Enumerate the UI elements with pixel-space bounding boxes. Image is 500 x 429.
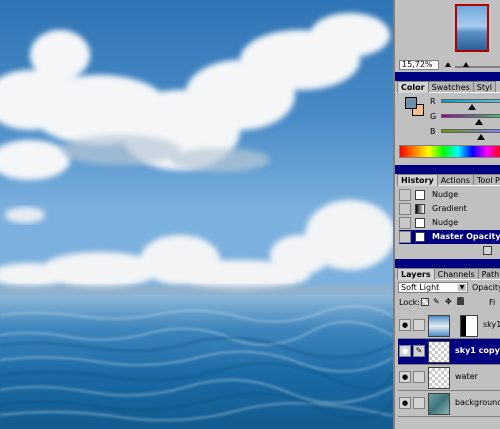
history-item-label: Master Opacity: [432, 232, 500, 241]
channel-b-slider[interactable]: [441, 129, 500, 133]
zoom-out-icon[interactable]: [445, 62, 451, 67]
nudge-icon: [415, 190, 425, 200]
channel-b-label: B: [430, 127, 436, 136]
history-item[interactable]: Nudge: [399, 188, 500, 202]
history-item-selected[interactable]: Master Opacity: [399, 230, 500, 244]
blend-mode-select[interactable]: Soft Light ▼: [398, 282, 468, 293]
lock-move-icon[interactable]: ✥: [445, 297, 452, 306]
layer-thumbnail: [428, 393, 450, 415]
eye-icon[interactable]: ●: [399, 397, 411, 409]
layer-row[interactable]: ● sky1: [398, 313, 500, 339]
history-item[interactable]: Nudge: [399, 216, 500, 230]
tab-layers[interactable]: Layers: [397, 268, 435, 280]
history-snapshot-checkbox[interactable]: [399, 217, 411, 229]
layer-thumbnail: [428, 367, 450, 389]
layer-row-selected[interactable]: ● ✎ sky1 copy: [398, 339, 500, 365]
channel-r-knob[interactable]: [468, 104, 476, 110]
zoom-field[interactable]: 15,72%: [399, 60, 439, 70]
history-panel-titlebar[interactable]: [395, 165, 500, 174]
gradient-icon: [415, 204, 425, 214]
zoom-slider[interactable]: [455, 66, 500, 68]
opacity-icon: [415, 232, 425, 242]
history-item-label: Nudge: [432, 218, 459, 227]
history-item-label: Nudge: [432, 190, 459, 199]
layer-mask-thumbnail[interactable]: [460, 315, 478, 337]
lock-paint-icon[interactable]: ✎: [433, 297, 440, 306]
layer-name: sky1: [483, 320, 500, 329]
layer-name: water: [455, 372, 478, 381]
channel-r-label: R: [430, 97, 436, 106]
blend-mode-value: Soft Light: [401, 283, 440, 292]
channel-g-knob[interactable]: [475, 119, 483, 125]
history-snapshot-checkbox[interactable]: [399, 231, 411, 243]
channel-b-knob[interactable]: [477, 134, 485, 140]
eye-icon[interactable]: ●: [399, 371, 411, 383]
layer-row[interactable]: ● background: [398, 391, 500, 417]
history-snapshot-checkbox[interactable]: [399, 189, 411, 201]
tab-history[interactable]: History: [397, 174, 438, 186]
trash-icon[interactable]: [483, 246, 492, 255]
eye-icon[interactable]: ●: [399, 345, 411, 357]
history-item[interactable]: Gradient: [399, 202, 500, 216]
navigator-thumbnail[interactable]: [455, 4, 489, 52]
layer-row[interactable]: ● water: [398, 365, 500, 391]
color-spectrum-bar[interactable]: [399, 145, 500, 158]
layer-thumbnail: [428, 315, 450, 337]
document-canvas[interactable]: [0, 0, 393, 429]
brush-icon[interactable]: [413, 371, 425, 383]
channel-g-slider[interactable]: [441, 114, 500, 118]
zoom-slider-knob[interactable]: [463, 62, 469, 67]
lock-label: Lock:: [399, 298, 420, 307]
layers-panel-titlebar[interactable]: [395, 259, 500, 268]
layer-name: background: [455, 398, 500, 407]
eye-icon[interactable]: ●: [399, 319, 411, 331]
lock-all-icon[interactable]: [457, 297, 464, 305]
history-snapshot-checkbox[interactable]: [399, 203, 411, 215]
nudge-icon: [415, 218, 425, 228]
foreground-color-swatch[interactable]: [405, 97, 417, 109]
brush-icon[interactable]: ✎: [413, 345, 425, 357]
channel-g-label: G: [430, 112, 437, 121]
layer-name: sky1 copy: [455, 346, 500, 355]
opacity-label: Opacity: [472, 283, 500, 292]
channel-r-slider[interactable]: [441, 99, 500, 103]
layer-thumbnail: [428, 341, 450, 363]
brush-icon[interactable]: [413, 397, 425, 409]
history-item-label: Gradient: [432, 204, 467, 213]
chevron-down-icon: ▼: [458, 284, 466, 291]
brush-icon[interactable]: [413, 319, 425, 331]
fill-label: Fi: [489, 298, 496, 307]
palettes-column: 15,72% Color Swatches Styl R G B History…: [393, 0, 500, 429]
color-panel-titlebar[interactable]: [395, 72, 500, 81]
photo-image: [0, 0, 393, 429]
lock-transparency-icon[interactable]: [421, 298, 429, 306]
tab-color[interactable]: Color: [397, 81, 429, 93]
